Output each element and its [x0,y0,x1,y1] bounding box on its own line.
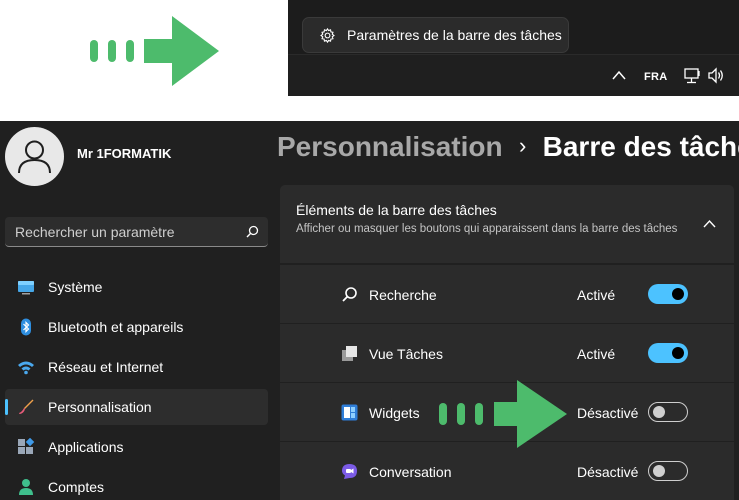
setting-state: Activé [577,346,616,362]
widgets-icon [341,404,358,421]
setting-label: Widgets [369,405,420,421]
sidebar-item-label: Applications [48,439,124,455]
group-description: Afficher ou masquer les boutons qui appa… [296,223,678,235]
breadcrumb-separator: › [518,133,527,158]
taskbar: FRA [288,54,739,96]
gear-icon [320,27,335,44]
annotation-arrow-icon [439,380,567,448]
sidebar-item-applications[interactable]: Applications [5,429,268,465]
monitor-icon [18,281,34,295]
setting-row-vue-taches: Vue Tâches Activé [280,324,734,382]
setting-state: Désactivé [577,405,639,421]
sidebar-item-label: Système [48,279,103,295]
setting-row-recherche: Recherche Activé [280,265,734,323]
volume-icon[interactable] [707,67,725,84]
bluetooth-icon [21,318,31,336]
taskbar-context-menu-item[interactable]: Paramètres de la barre des tâches [302,17,569,53]
setting-label: Conversation [369,464,452,480]
taskbar-settings-label: Paramètres de la barre des tâches [347,27,562,43]
user-name: Mr 1FORMATIK [77,146,172,161]
toggle-knob [653,465,665,477]
breadcrumb: Personnalisation › Barre des tâches [277,131,739,167]
setting-label: Vue Tâches [369,346,443,362]
taskbar-items-group-header[interactable]: Éléments de la barre des tâches Afficher… [280,185,734,263]
setting-label: Recherche [369,287,437,303]
apps-icon [18,438,35,454]
conversation-toggle[interactable] [648,461,688,481]
sidebar-item-label: Comptes [48,479,105,495]
chevron-up-icon[interactable] [703,219,716,228]
page-title: Barre des tâches [542,131,739,162]
group-title: Éléments de la barre des tâches [296,202,497,218]
brush-icon [19,399,34,414]
toggle-knob [672,347,684,359]
sidebar-item-bluetooth[interactable]: Bluetooth et appareils [5,309,268,345]
sidebar-item-systeme[interactable]: Système [5,269,268,305]
sidebar-item-label: Personnalisation [48,399,152,415]
selection-indicator [5,399,8,415]
widgets-toggle[interactable] [648,402,688,422]
screenshot-canvas: Paramètres de la barre des tâches FRA Mr… [0,0,739,500]
avatar[interactable] [5,127,64,186]
vue-taches-toggle[interactable] [648,343,688,363]
user-icon [18,140,51,174]
setting-state: Désactivé [577,464,639,480]
network-icon[interactable] [684,68,702,84]
search-icon [342,287,357,302]
annotation-arrow-icon [90,16,219,86]
sidebar-item-personnalisation[interactable]: Personnalisation [5,389,268,425]
task-view-icon [342,346,357,361]
taskbar-screenshot: Paramètres de la barre des tâches FRA [288,0,739,96]
search-box[interactable] [5,217,268,247]
sidebar-item-comptes[interactable]: Comptes [5,469,268,500]
sidebar-item-label: Bluetooth et appareils [48,319,184,335]
breadcrumb-parent[interactable]: Personnalisation [277,131,503,162]
sidebar-item-reseau[interactable]: Réseau et Internet [5,349,268,385]
sidebar: Mr 1FORMATIK Système [0,121,272,500]
language-indicator[interactable]: FRA [644,71,668,83]
setting-state: Activé [577,287,616,303]
account-icon [19,479,33,495]
search-input[interactable] [5,217,240,246]
chat-icon [342,464,357,479]
chevron-up-icon[interactable] [612,69,626,81]
toggle-knob [653,406,665,418]
setting-row-conversation: Conversation Désactivé [280,442,734,500]
recherche-toggle[interactable] [648,284,688,304]
toggle-knob [672,288,684,300]
settings-window: Mr 1FORMATIK Système [0,121,739,500]
sidebar-item-label: Réseau et Internet [48,359,164,375]
wifi-icon [18,361,34,375]
search-icon[interactable] [246,225,259,238]
